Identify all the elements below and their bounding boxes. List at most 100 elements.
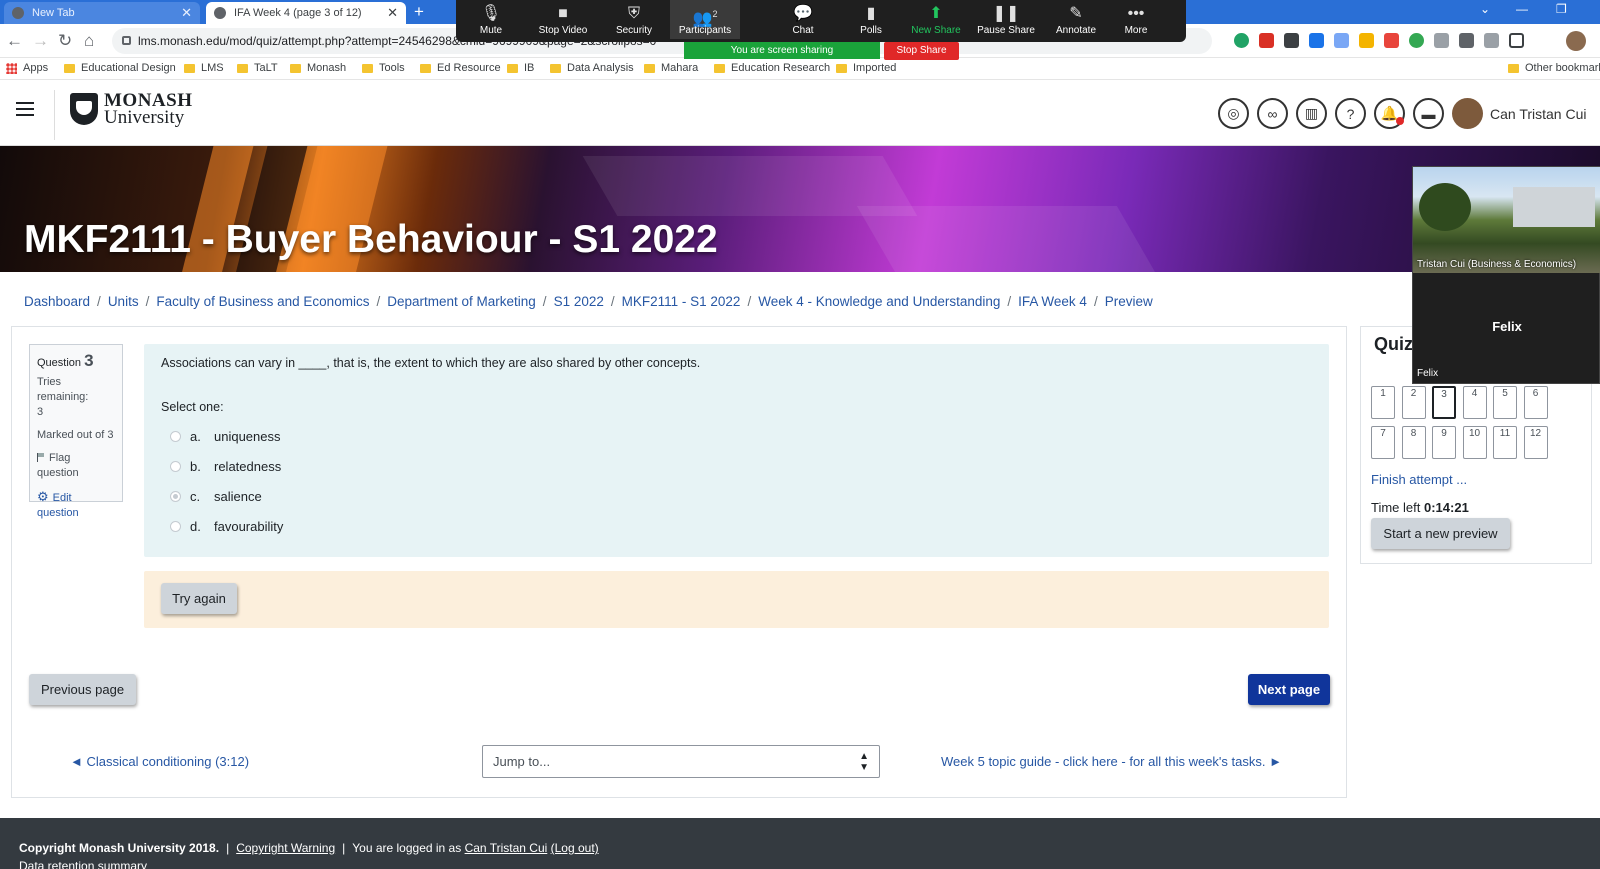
radio-button[interactable]: [170, 430, 181, 442]
zoom-security-button[interactable]: ⛨ Security: [599, 3, 669, 36]
bookmark-item[interactable]: Data Analysis: [550, 62, 634, 74]
reading-list-icon[interactable]: [1484, 33, 1499, 48]
translate-icon[interactable]: [1334, 33, 1349, 48]
extension-gray-icon[interactable]: [1434, 33, 1449, 48]
stop-share-button[interactable]: Stop Share: [884, 42, 959, 60]
accessibility-icon[interactable]: ◎: [1218, 98, 1249, 129]
quiz-nav-question-button[interactable]: 5: [1493, 386, 1517, 419]
breadcrumb-item[interactable]: S1 2022: [554, 294, 604, 309]
next-activity-link[interactable]: Week 5 topic guide - click here - for al…: [941, 754, 1282, 769]
bookmark-item[interactable]: Monash: [290, 62, 346, 74]
zoom-pause-share-button[interactable]: ❚❚ Pause Share: [971, 3, 1041, 36]
restore-icon[interactable]: ❐: [1556, 2, 1567, 16]
link-icon[interactable]: ∞: [1257, 98, 1288, 129]
previous-page-button[interactable]: Previous page: [29, 674, 136, 705]
back-arrow-icon[interactable]: ←: [6, 31, 23, 51]
breadcrumb-item[interactable]: MKF2111 - S1 2022: [622, 294, 741, 309]
bookmark-item[interactable]: LMS: [184, 62, 224, 74]
zotero-icon[interactable]: [1284, 33, 1299, 48]
home-icon[interactable]: ⌂: [84, 31, 94, 51]
close-icon[interactable]: ✕: [181, 5, 192, 21]
zoom-polls-button[interactable]: ▮ Polls: [836, 3, 906, 36]
breadcrumb-item[interactable]: IFA Week 4: [1018, 294, 1087, 309]
answer-option[interactable]: a. uniqueness: [161, 421, 1312, 451]
radio-button[interactable]: [170, 520, 181, 532]
zoom-mute-button[interactable]: 🎙 Mute: [456, 3, 526, 36]
flag-question[interactable]: Flag question: [37, 451, 115, 481]
menu-icon[interactable]: [16, 102, 34, 116]
bookmark-item[interactable]: Education Research: [714, 62, 830, 74]
minimize-icon[interactable]: —: [1516, 2, 1528, 16]
reload-icon[interactable]: ↻: [58, 31, 72, 51]
extension-blue-icon[interactable]: [1309, 33, 1324, 48]
footer-user-link[interactable]: Can Tristan Cui: [465, 841, 548, 855]
quiz-nav-question-button[interactable]: 3: [1432, 386, 1456, 419]
notification-bell-icon[interactable]: 🔔: [1374, 98, 1405, 129]
answer-option[interactable]: c. salience: [161, 481, 1312, 511]
bookmark-item[interactable]: Ed Resource: [420, 62, 501, 74]
radio-button[interactable]: [170, 490, 181, 502]
zoom-video-panel[interactable]: Tristan Cui (Business & Economics) Felix…: [1412, 166, 1600, 384]
quiz-nav-question-button[interactable]: 9: [1432, 426, 1456, 459]
puzzle-icon[interactable]: [1459, 33, 1474, 48]
zoom-participants-button[interactable]: 👥2 Participants: [670, 0, 740, 39]
breadcrumb-item[interactable]: Department of Marketing: [387, 294, 536, 309]
zoom-new-share-button[interactable]: ⬆ New Share: [901, 3, 971, 36]
breadcrumb-item[interactable]: Units: [108, 294, 139, 309]
data-retention-link[interactable]: Data retention summary: [19, 859, 147, 869]
user-name[interactable]: Can Tristan Cui: [1490, 106, 1586, 122]
bookmark-item[interactable]: IB: [507, 62, 534, 74]
previous-activity-link[interactable]: ◄ Classical conditioning (3:12): [70, 754, 249, 769]
profile-avatar[interactable]: [1566, 31, 1586, 51]
grammarly-icon[interactable]: [1234, 33, 1249, 48]
book-icon[interactable]: ▥: [1296, 98, 1327, 129]
quiz-nav-question-button[interactable]: 10: [1462, 426, 1487, 459]
quiz-nav-question-button[interactable]: 11: [1493, 426, 1517, 459]
bookmark-item[interactable]: Mahara: [644, 62, 698, 74]
jump-to-select[interactable]: Jump to... ▲ ▼: [482, 745, 880, 778]
breadcrumb-item[interactable]: Faculty of Business and Economics: [156, 294, 369, 309]
zoom-more-button[interactable]: ••• More: [1101, 3, 1171, 36]
messages-icon[interactable]: ▬: [1413, 98, 1444, 129]
radio-button[interactable]: [170, 460, 181, 472]
breadcrumb-item[interactable]: Dashboard: [24, 294, 90, 309]
quiz-nav-question-button[interactable]: 1: [1371, 386, 1395, 419]
site-logo[interactable]: MONASH University: [70, 91, 193, 127]
tab-quiz[interactable]: IFA Week 4 (page 3 of 12) ✕: [206, 2, 406, 24]
chrome-ext-icon[interactable]: [1409, 33, 1424, 48]
try-again-button[interactable]: Try again: [161, 583, 237, 614]
logout-link[interactable]: (Log out): [551, 841, 599, 855]
copyright-warning-link[interactable]: Copyright Warning: [236, 841, 335, 855]
bookmark-apps[interactable]: Apps: [6, 62, 48, 74]
finish-attempt-link[interactable]: Finish attempt ...: [1371, 472, 1467, 487]
bookmark-item[interactable]: Imported: [836, 62, 896, 74]
start-new-preview-button[interactable]: Start a new preview: [1371, 518, 1510, 549]
answer-option[interactable]: b. relatedness: [161, 451, 1312, 481]
forward-arrow-icon[interactable]: →: [32, 31, 49, 51]
breadcrumb-item[interactable]: Preview: [1105, 294, 1153, 309]
quiz-nav-question-button[interactable]: 6: [1523, 386, 1548, 419]
tab-new-tab[interactable]: New Tab ✕: [4, 2, 200, 24]
quiz-nav-question-button[interactable]: 2: [1401, 386, 1426, 419]
user-avatar[interactable]: [1452, 98, 1483, 129]
bookmark-item[interactable]: Educational Design: [64, 62, 176, 74]
bookmark-other[interactable]: Other bookmarks: [1508, 62, 1600, 74]
extension-red-icon[interactable]: [1259, 33, 1274, 48]
edit-question-link[interactable]: ⚙ Edit question: [37, 489, 115, 521]
quiz-nav-question-button[interactable]: 4: [1462, 386, 1487, 419]
bookmark-item[interactable]: Tools: [362, 62, 405, 74]
zoom-chat-button[interactable]: 💬 Chat: [768, 3, 838, 36]
chevron-down-icon[interactable]: ⌄: [1480, 2, 1490, 16]
side-panel-icon[interactable]: [1509, 33, 1524, 48]
help-icon[interactable]: ?: [1335, 98, 1366, 129]
zoom-stop-video-button[interactable]: ■ Stop Video: [528, 3, 598, 36]
drive-icon[interactable]: [1359, 33, 1374, 48]
quiz-nav-question-button[interactable]: 12: [1523, 426, 1548, 459]
breadcrumb-item[interactable]: Week 4 - Knowledge and Understanding: [758, 294, 1000, 309]
quiz-nav-question-button[interactable]: 7: [1371, 426, 1395, 459]
extension-grid-icon[interactable]: [1384, 33, 1399, 48]
quiz-nav-question-button[interactable]: 8: [1401, 426, 1426, 459]
bookmark-item[interactable]: TaLT: [237, 62, 278, 74]
new-tab-icon[interactable]: +: [414, 2, 424, 22]
close-icon[interactable]: ✕: [387, 5, 398, 21]
